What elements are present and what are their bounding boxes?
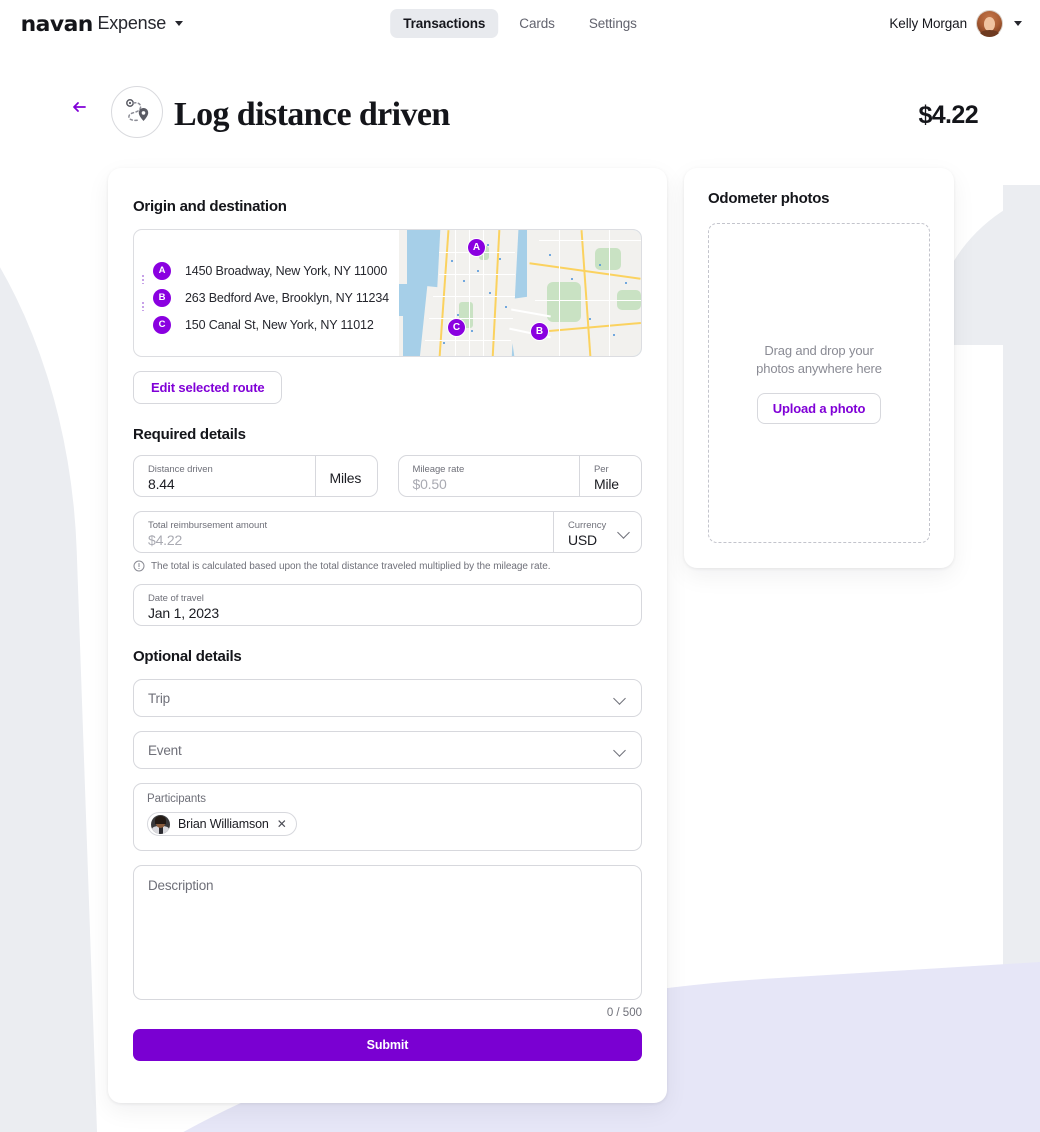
description-textarea[interactable]: Description <box>133 864 642 1000</box>
info-icon <box>133 560 145 572</box>
top-navigation-bar: navan Expense Transactions Cards Setting… <box>0 0 1040 47</box>
route-address: 150 Canal St, New York, NY 11012 <box>185 317 374 332</box>
route-map[interactable]: A B C <box>399 230 641 356</box>
distance-unit-value: Miles <box>329 470 362 486</box>
origin-destination-heading: Origin and destination <box>133 198 287 215</box>
dropzone-line-2: photos anywhere here <box>756 361 882 376</box>
brand-product-name: Expense <box>97 13 167 33</box>
avatar[interactable] <box>976 10 1003 37</box>
brand-logo[interactable]: navan Expense <box>20 11 184 36</box>
map-marker-a-icon: A <box>153 261 171 280</box>
photo-dropzone[interactable]: Drag and drop your photos anywhere here … <box>708 223 930 543</box>
back-button[interactable] <box>68 96 90 118</box>
currency-value: USD <box>568 531 597 548</box>
page-root: navan Expense Transactions Cards Setting… <box>0 0 1040 1132</box>
distance-unit: Miles <box>314 456 377 496</box>
required-row-1: Distance driven 8.44 Miles Mileage rate … <box>133 455 642 497</box>
total-amount: $4.22 <box>918 101 978 129</box>
chevron-down-icon[interactable] <box>614 746 627 754</box>
hint-text: The total is calculated based upon the t… <box>151 560 551 572</box>
user-name-label: Kelly Morgan <box>889 16 967 31</box>
route-address: 1450 Broadway, New York, NY 11000 <box>185 263 388 278</box>
nav-item-settings[interactable]: Settings <box>576 9 650 38</box>
expense-form-card: Origin and destination A 1450 Broadway, … <box>108 168 667 1103</box>
route-stop: A 1450 Broadway, New York, NY 11000 <box>153 257 399 284</box>
event-select-placeholder: Event <box>148 742 182 758</box>
map-pin-c[interactable]: C <box>447 318 466 337</box>
page-header: Log distance driven $4.22 <box>0 86 1040 148</box>
trip-select[interactable]: Trip <box>133 679 642 717</box>
required-details-heading: Required details <box>133 426 246 443</box>
participants-field[interactable]: Participants Brian Williamson ✕ <box>133 783 642 851</box>
chevron-down-icon[interactable] <box>1014 21 1022 26</box>
submit-button[interactable]: Submit <box>133 1028 642 1061</box>
total-reimbursement-value: $4.22 <box>148 532 183 548</box>
upload-photo-button[interactable]: Upload a photo <box>756 393 882 424</box>
optional-details-heading: Optional details <box>133 648 242 665</box>
currency-label: Currency <box>568 519 607 531</box>
per-label: Per <box>594 464 609 475</box>
mileage-rate-label: Mileage rate <box>412 464 465 475</box>
date-of-travel-label: Date of travel <box>148 593 204 604</box>
total-reimbursement-label: Total reimbursement amount <box>148 520 268 531</box>
user-menu[interactable]: Kelly Morgan <box>889 10 1022 37</box>
route-pin-icon <box>126 99 149 122</box>
participant-name: Brian Williamson <box>178 817 269 831</box>
nav-item-transactions[interactable]: Transactions <box>390 9 499 38</box>
nav-item-cards[interactable]: Cards <box>506 9 568 38</box>
page-title: Log distance driven <box>174 96 450 133</box>
chevron-down-icon[interactable] <box>618 528 631 536</box>
brand-name: navan <box>20 11 94 36</box>
map-marker-c-icon: C <box>153 315 171 334</box>
route-stop: B 263 Bedford Ave, Brooklyn, NY 11234 <box>153 284 399 311</box>
per-value: Mile <box>594 476 619 492</box>
total-reimbursement-field[interactable]: Total reimbursement amount $4.22 Currenc… <box>133 511 642 553</box>
remove-participant-icon[interactable]: ✕ <box>277 818 287 830</box>
date-of-travel-value: Jan 1, 2023 <box>148 605 219 621</box>
mileage-route-icon <box>111 86 163 138</box>
odometer-photos-card: Odometer photos Drag and drop your photo… <box>684 168 954 568</box>
participants-label: Participants <box>147 793 206 805</box>
route-stop: C 150 Canal St, New York, NY 11012 <box>153 311 399 338</box>
mileage-rate-field[interactable]: Mileage rate $0.50 Per Mile <box>397 455 642 497</box>
mileage-rate-value: $0.50 <box>412 476 447 492</box>
chevron-down-icon[interactable] <box>614 694 627 702</box>
route-stop-list: A 1450 Broadway, New York, NY 11000 B 26… <box>134 230 399 356</box>
mileage-rate-per: Per Mile <box>579 456 641 496</box>
distance-driven-field[interactable]: Distance driven 8.44 Miles <box>133 455 378 497</box>
edit-selected-route-button[interactable]: Edit selected route <box>133 371 283 404</box>
route-summary: A 1450 Broadway, New York, NY 11000 B 26… <box>133 229 642 357</box>
trip-select-placeholder: Trip <box>148 690 170 706</box>
arrow-left-icon <box>73 102 86 112</box>
participant-avatar <box>151 814 170 834</box>
event-select[interactable]: Event <box>133 731 642 769</box>
map-pin-b[interactable]: B <box>530 322 549 341</box>
date-of-travel-field[interactable]: Date of travel Jan 1, 2023 <box>133 584 642 626</box>
odometer-photos-heading: Odometer photos <box>708 190 830 207</box>
currency-select[interactable]: Currency USD <box>553 512 641 552</box>
dropzone-instructions: Drag and drop your photos anywhere here <box>756 342 882 378</box>
total-calculation-hint: The total is calculated based upon the t… <box>133 560 642 572</box>
participant-chip[interactable]: Brian Williamson ✕ <box>147 812 297 836</box>
dropzone-line-1: Drag and drop your <box>764 343 874 358</box>
chevron-down-icon[interactable] <box>175 21 184 26</box>
map-pin-a[interactable]: A <box>467 238 486 257</box>
description-character-counter: 0 / 500 <box>606 1006 642 1019</box>
primary-nav: Transactions Cards Settings <box>390 9 650 38</box>
route-address: 263 Bedford Ave, Brooklyn, NY 11234 <box>185 290 389 305</box>
distance-driven-value: 8.44 <box>148 476 175 492</box>
distance-driven-label: Distance driven <box>148 464 213 475</box>
map-marker-b-icon: B <box>153 288 171 307</box>
